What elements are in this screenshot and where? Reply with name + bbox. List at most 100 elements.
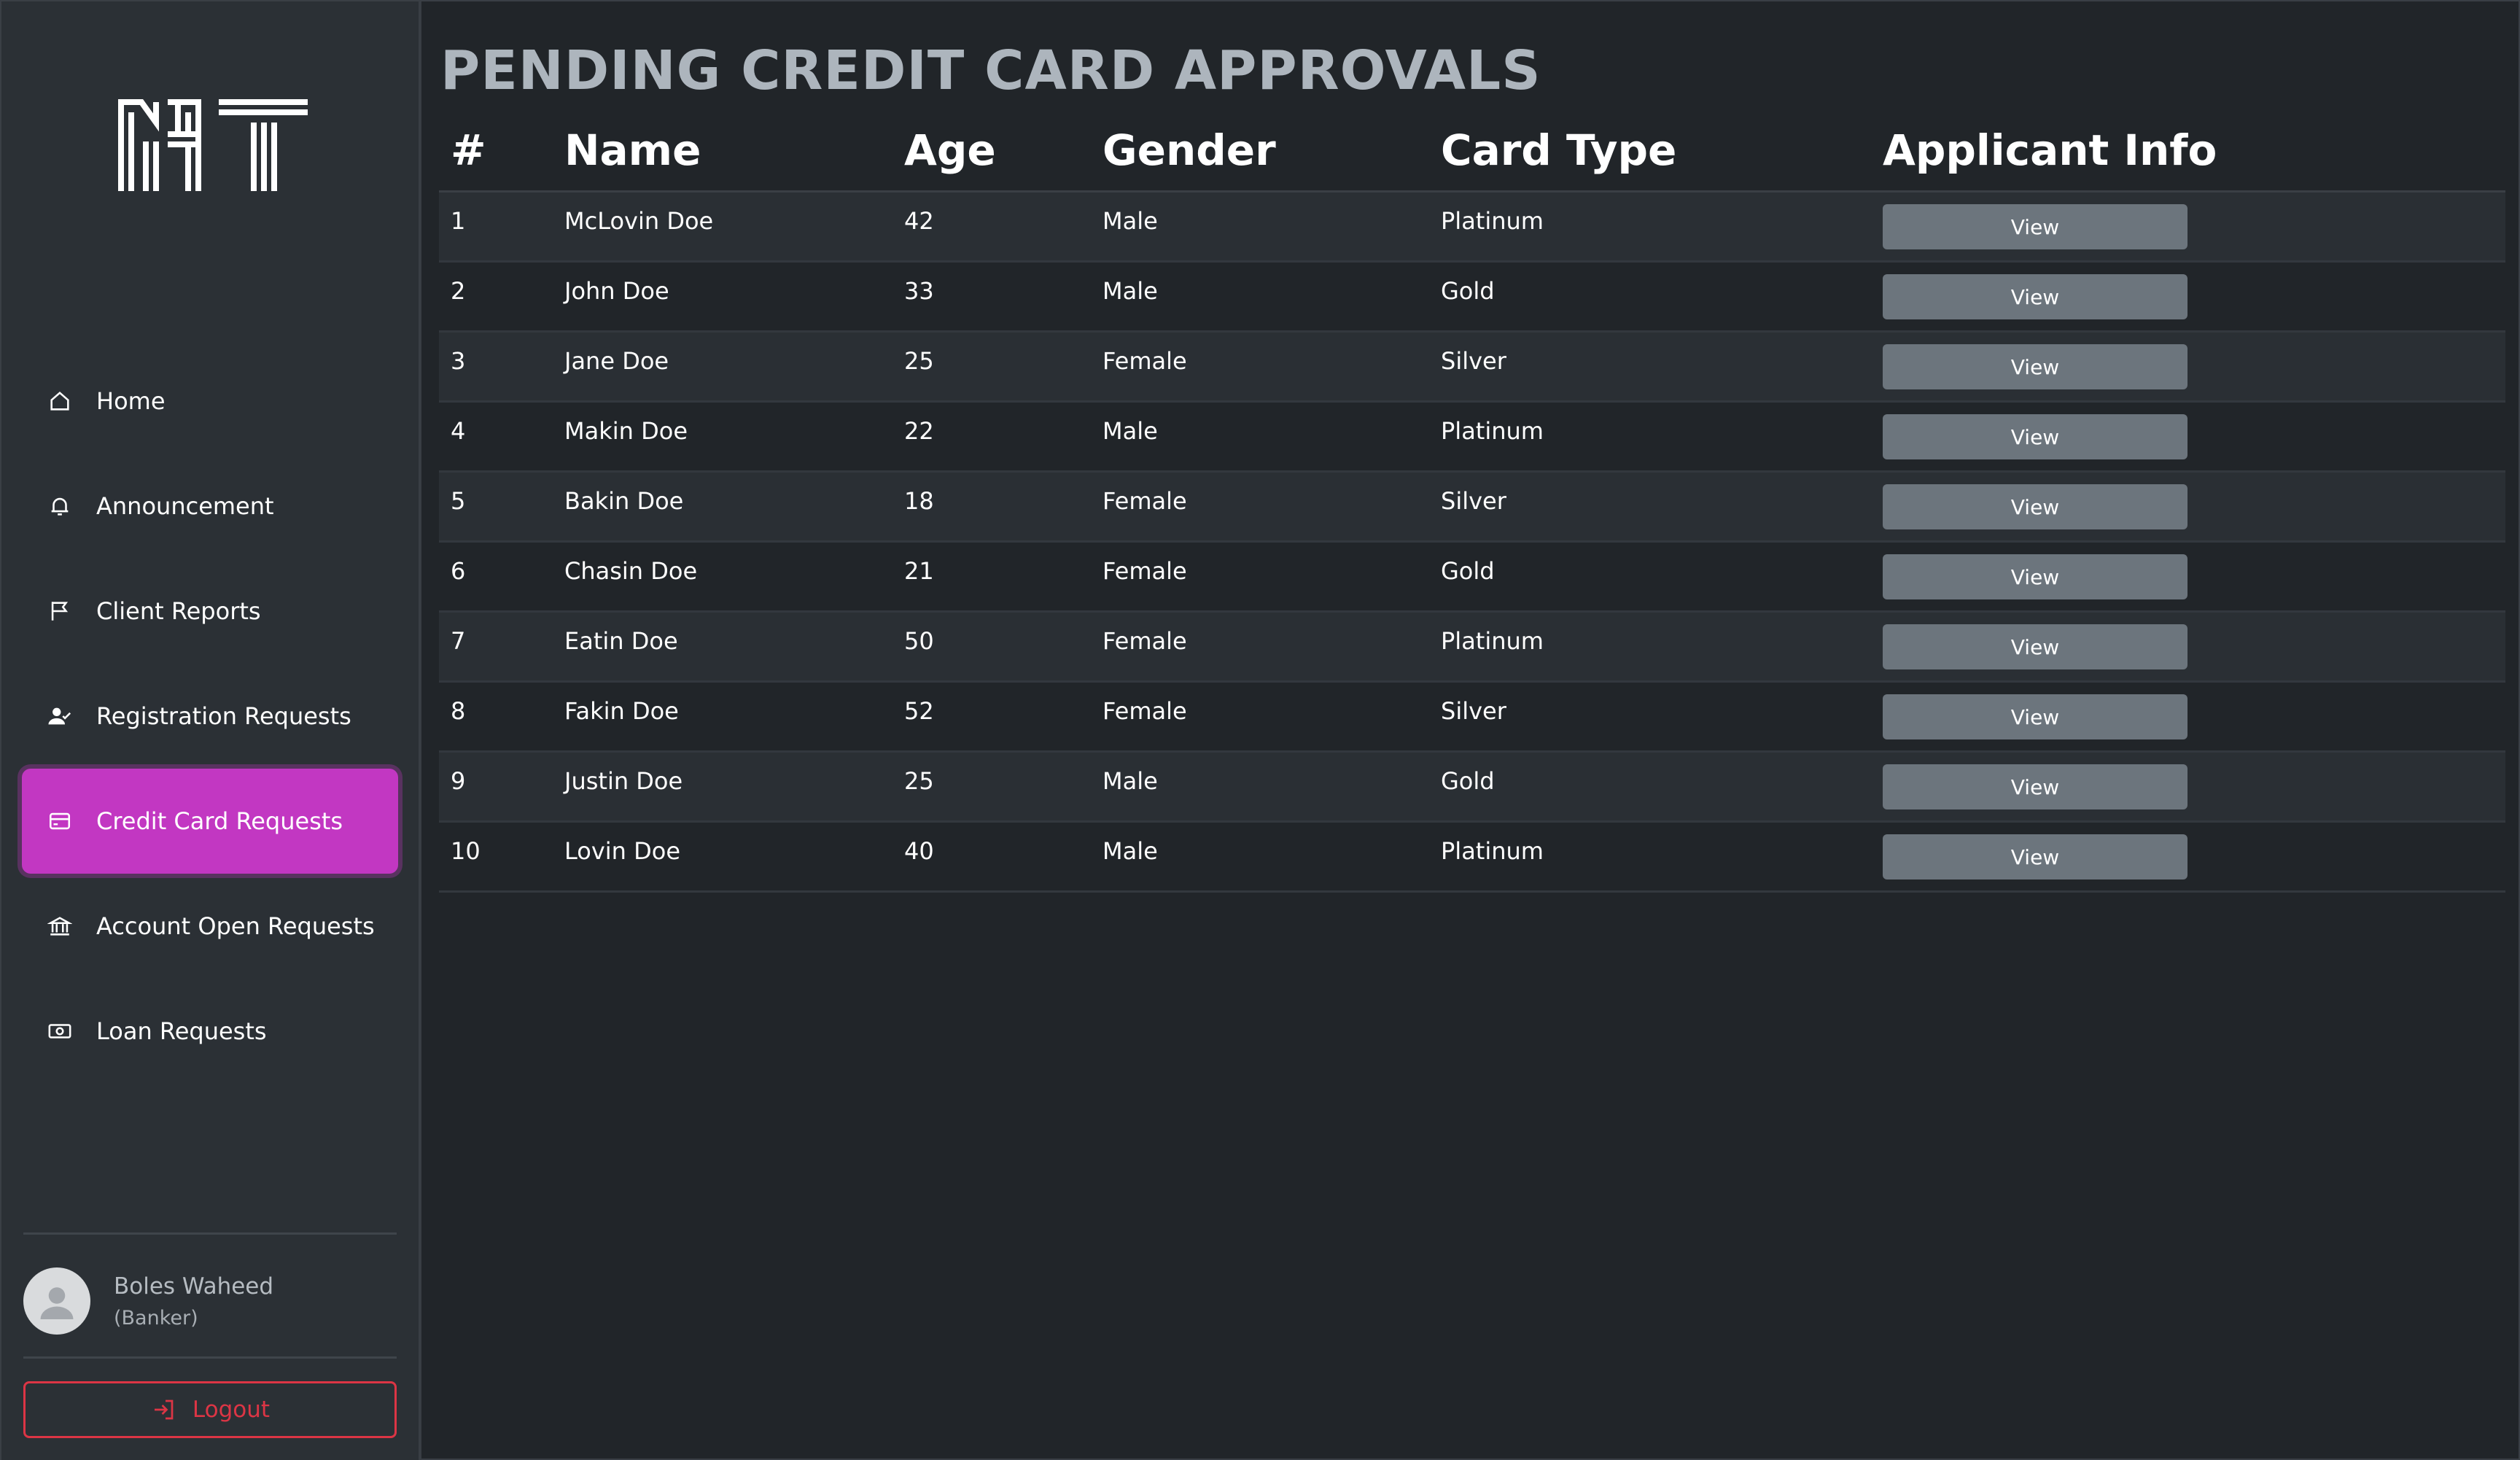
user-role: (Banker): [114, 1306, 198, 1329]
cell-number: 10: [451, 837, 481, 865]
cell-card-type: Gold: [1441, 277, 1495, 305]
cell-name: Eatin Doe: [564, 627, 678, 655]
cell-age: 21: [904, 557, 934, 585]
column-header-gender: Gender: [1102, 125, 1276, 175]
user-icon: [40, 1287, 74, 1319]
cell-number: 7: [451, 627, 466, 655]
logout-button[interactable]: Logout: [23, 1381, 397, 1438]
cell-name: Bakin Doe: [564, 487, 684, 515]
sidebar-item-label: Home: [96, 387, 166, 415]
table-row: 8 Fakin Doe 52 Female Silver View: [439, 683, 2505, 753]
cell-name: Jane Doe: [564, 347, 669, 375]
table-row: 3 Jane Doe 25 Female Silver View: [439, 333, 2505, 403]
cell-gender: Male: [1102, 277, 1158, 305]
view-button[interactable]: View: [1883, 694, 2188, 739]
view-button[interactable]: View: [1883, 764, 2188, 809]
cell-name: McLovin Doe: [564, 207, 714, 235]
sidebar-item-label: Client Reports: [96, 597, 261, 625]
cell-name: Fakin Doe: [564, 697, 679, 725]
cell-number: 2: [451, 277, 466, 305]
view-button[interactable]: View: [1883, 344, 2188, 389]
table-row: 10 Lovin Doe 40 Male Platinum View: [439, 823, 2505, 893]
cell-gender: Female: [1102, 557, 1187, 585]
cell-gender: Male: [1102, 417, 1158, 445]
column-header-name: Name: [564, 125, 701, 175]
cash-icon: [45, 1017, 74, 1046]
table-header: # Name Age Gender Card Type Applicant In…: [439, 111, 2505, 193]
column-header-number: #: [451, 125, 486, 175]
view-button[interactable]: View: [1883, 554, 2188, 599]
view-button[interactable]: View: [1883, 204, 2188, 249]
view-button[interactable]: View: [1883, 484, 2188, 529]
cell-age: 25: [904, 767, 934, 795]
approvals-table: # Name Age Gender Card Type Applicant In…: [439, 111, 2505, 893]
cell-card-type: Platinum: [1441, 207, 1544, 235]
user-check-icon: [45, 702, 74, 731]
sidebar-item-home[interactable]: Home: [22, 349, 398, 454]
cell-number: 9: [451, 767, 466, 795]
view-button[interactable]: View: [1883, 414, 2188, 459]
sidebar-item-announcement[interactable]: Announcement: [22, 454, 398, 559]
sidebar-item-label: Loan Requests: [96, 1017, 267, 1045]
cell-card-type: Silver: [1441, 347, 1506, 375]
credit-card-icon: [45, 807, 74, 836]
cell-gender: Female: [1102, 347, 1187, 375]
cell-name: John Doe: [564, 277, 669, 305]
cell-card-type: Gold: [1441, 557, 1495, 585]
cell-card-type: Platinum: [1441, 417, 1544, 445]
sidebar-item-client-reports[interactable]: Client Reports: [22, 559, 398, 664]
cell-age: 40: [904, 837, 934, 865]
table-row: 6 Chasin Doe 21 Female Gold View: [439, 543, 2505, 613]
cell-number: 4: [451, 417, 466, 445]
cell-number: 3: [451, 347, 466, 375]
cell-card-type: Platinum: [1441, 837, 1544, 865]
cell-age: 50: [904, 627, 934, 655]
cell-age: 18: [904, 487, 934, 515]
cell-number: 8: [451, 697, 466, 725]
cell-age: 22: [904, 417, 934, 445]
view-button[interactable]: View: [1883, 274, 2188, 319]
page-title: PENDING CREDIT CARD APPROVALS: [440, 39, 1541, 102]
home-icon: [45, 387, 74, 416]
cell-card-type: Silver: [1441, 487, 1506, 515]
sidebar-item-loan-requests[interactable]: Loan Requests: [22, 979, 398, 1084]
sidebar-item-credit-card-requests[interactable]: Credit Card Requests: [22, 769, 398, 874]
sidebar-item-label: Account Open Requests: [96, 912, 375, 940]
sidebar: Home Announcement Client Reports Registr…: [1, 1, 421, 1460]
view-button[interactable]: View: [1883, 624, 2188, 669]
column-header-applicant-info: Applicant Info: [1883, 125, 2217, 175]
sidebar-divider: [23, 1356, 397, 1359]
cell-age: 52: [904, 697, 934, 725]
sidebar-item-label: Announcement: [96, 492, 274, 520]
table-row: 5 Bakin Doe 18 Female Silver View: [439, 473, 2505, 543]
flag-icon: [45, 597, 74, 626]
main-content: PENDING CREDIT CARD APPROVALS # Name Age…: [424, 1, 2519, 1460]
logout-icon: [150, 1397, 176, 1423]
column-header-card-type: Card Type: [1441, 125, 1677, 175]
cell-name: Chasin Doe: [564, 557, 698, 585]
user-name: Boles Waheed: [114, 1273, 274, 1300]
cell-number: 5: [451, 487, 466, 515]
user-profile: Boles Waheed (Banker): [23, 1266, 397, 1336]
table-row: 9 Justin Doe 25 Male Gold View: [439, 753, 2505, 823]
cell-name: Justin Doe: [564, 767, 683, 795]
logout-label: Logout: [192, 1397, 271, 1423]
avatar: [23, 1267, 90, 1335]
sidebar-item-registration-requests[interactable]: Registration Requests: [22, 664, 398, 769]
sidebar-item-account-open-requests[interactable]: Account Open Requests: [22, 874, 398, 979]
cell-gender: Female: [1102, 627, 1187, 655]
table-row: 2 John Doe 33 Male Gold View: [439, 263, 2505, 333]
sidebar-item-label: Credit Card Requests: [96, 807, 343, 835]
sidebar-item-label: Registration Requests: [96, 702, 351, 730]
table-row: 1 McLovin Doe 42 Male Platinum View: [439, 193, 2505, 263]
cell-gender: Female: [1102, 697, 1187, 725]
cell-number: 1: [451, 207, 466, 235]
view-button[interactable]: View: [1883, 834, 2188, 880]
table-row: 4 Makin Doe 22 Male Platinum View: [439, 403, 2505, 473]
cell-age: 33: [904, 277, 934, 305]
cell-card-type: Silver: [1441, 697, 1506, 725]
cell-number: 6: [451, 557, 466, 585]
bell-icon: [45, 492, 74, 521]
cell-card-type: Platinum: [1441, 627, 1544, 655]
brand-logo: [118, 99, 308, 191]
